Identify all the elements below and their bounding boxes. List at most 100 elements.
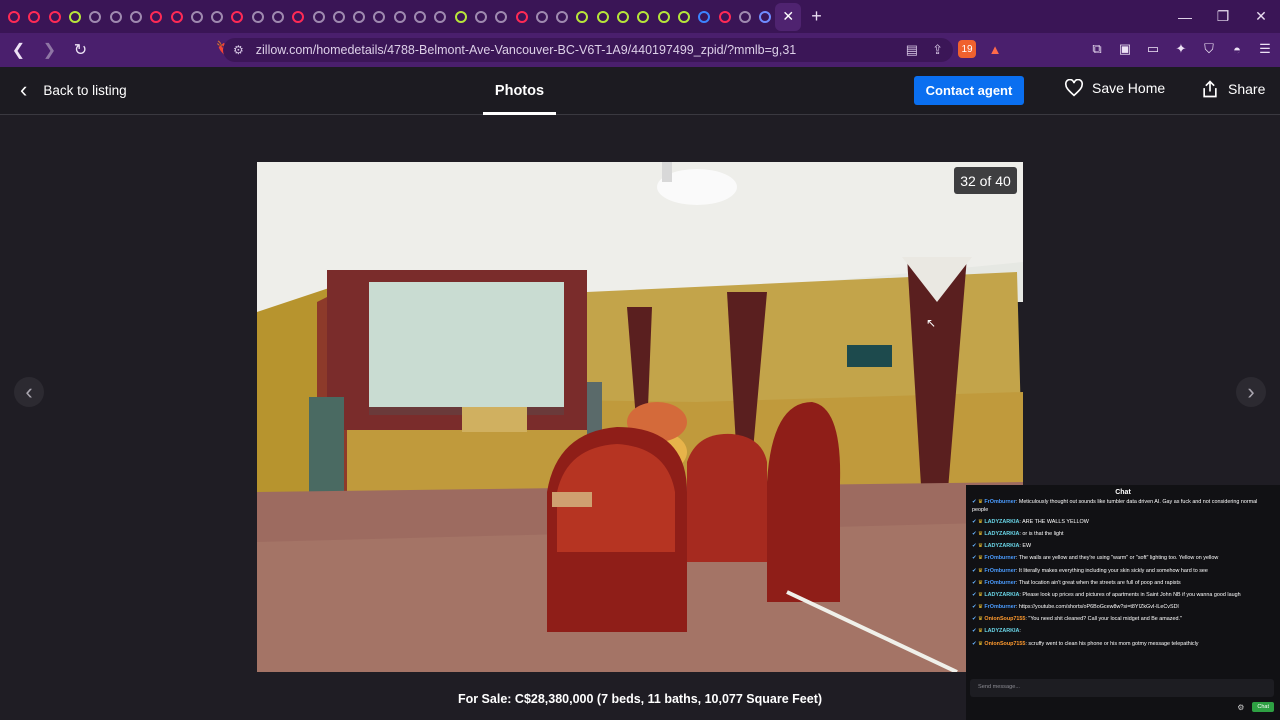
browser-tab[interactable] (552, 3, 572, 31)
browser-tab[interactable] (654, 3, 674, 31)
shield-area: 19 ▲ (958, 40, 1004, 58)
browser-tab[interactable] (45, 3, 65, 31)
browser-tab[interactable] (187, 3, 207, 31)
reader-mode-icon[interactable]: ▤ (906, 42, 918, 58)
browser-tab[interactable] (430, 3, 450, 31)
browser-tab[interactable] (126, 3, 146, 31)
active-tab[interactable]: ✕ (775, 2, 802, 31)
browser-tab[interactable] (694, 3, 714, 31)
back-label: Back to listing (43, 82, 127, 98)
browser-tab[interactable] (755, 3, 775, 31)
browser-tab[interactable] (471, 3, 491, 31)
brave-shields-icon[interactable]: 19 (958, 40, 976, 58)
browser-tab[interactable] (207, 3, 227, 31)
chat-username[interactable]: FrOmburner (984, 499, 1015, 505)
browser-tab[interactable] (146, 3, 166, 31)
chevron-right-icon: › (1247, 379, 1255, 404)
sidebar-icon[interactable]: ▣ (1116, 40, 1134, 58)
browser-tab[interactable] (349, 3, 369, 31)
chat-message: ✔ ♛ FrOmburner: That location ain't grea… (966, 580, 1280, 588)
new-tab-button[interactable]: + (811, 6, 822, 27)
chevron-left-icon: ‹ (20, 77, 28, 102)
chat-username[interactable]: LADYZARKIA (984, 519, 1019, 525)
previous-photo-button[interactable]: ‹ (14, 377, 44, 407)
chat-username[interactable]: FrOmburner (984, 555, 1015, 561)
save-home-button[interactable]: Save Home (1064, 79, 1165, 97)
tab-photos[interactable]: Photos (483, 67, 556, 115)
chat-username[interactable]: LADYZARKIA (984, 543, 1019, 549)
vpn-icon[interactable]: ⛉ (1200, 40, 1218, 58)
share-button[interactable]: Share (1200, 79, 1265, 99)
chat-username[interactable]: LADYZARKIA (984, 628, 1019, 634)
crown-icon: ♛ (978, 604, 983, 611)
browser-tab[interactable] (451, 3, 471, 31)
browser-tab[interactable] (674, 3, 694, 31)
browser-tab[interactable] (593, 3, 613, 31)
verified-badge-icon: ✔ (972, 543, 977, 550)
leo-ai-icon[interactable]: ✦ (1172, 40, 1190, 58)
screenshot-icon[interactable]: ⧉ (1088, 40, 1106, 58)
chat-username[interactable]: LADYZARKIA (984, 592, 1019, 598)
tab-favicon-icon (657, 10, 670, 23)
browser-tab[interactable] (166, 3, 186, 31)
chat-message: ✔ ♛ FrOmburner: https://youtube.com/shor… (966, 604, 1280, 612)
chat-username[interactable]: OnionSoup7155 (984, 616, 1025, 622)
next-photo-button[interactable]: › (1236, 377, 1266, 407)
minimize-icon[interactable]: — (1166, 0, 1204, 33)
tab-favicon-icon (515, 10, 528, 23)
browser-tab[interactable] (329, 3, 349, 31)
browser-tab[interactable] (65, 3, 85, 31)
browser-tab[interactable] (572, 3, 592, 31)
back-to-listing-link[interactable]: ‹ Back to listing (20, 77, 127, 102)
site-settings-icon[interactable]: ⚙ (233, 43, 244, 57)
chat-text: : (1019, 628, 1021, 635)
browser-tab[interactable] (24, 3, 44, 31)
contact-agent-button[interactable]: Contact agent (914, 76, 1024, 105)
photo-counter: 32 of 40 (954, 167, 1017, 194)
browser-tab[interactable] (268, 3, 288, 31)
browser-tab[interactable] (248, 3, 268, 31)
verified-badge-icon: ✔ (972, 567, 977, 574)
browser-tab[interactable] (410, 3, 430, 31)
close-tab-icon[interactable]: ✕ (782, 8, 794, 25)
chat-username[interactable]: OnionSoup7155 (984, 641, 1025, 647)
browser-tab[interactable] (85, 3, 105, 31)
browser-tab[interactable] (308, 3, 328, 31)
browser-tab[interactable] (288, 3, 308, 31)
chat-username[interactable]: LADYZARKIA (984, 531, 1019, 537)
verified-badge-icon: ✔ (972, 616, 977, 623)
restore-icon[interactable]: ❐ (1204, 0, 1242, 33)
chat-send-button[interactable]: Chat (1252, 702, 1274, 712)
brave-rewards-icon[interactable]: ▲ (986, 40, 1004, 58)
browser-tab[interactable] (4, 3, 24, 31)
browser-tab[interactable] (735, 3, 755, 31)
browser-tab[interactable] (390, 3, 410, 31)
browser-tab[interactable] (633, 3, 653, 31)
browser-tab[interactable] (491, 3, 511, 31)
chat-input[interactable]: Send message... (970, 679, 1274, 697)
menu-icon[interactable]: ☰ (1256, 40, 1274, 58)
chat-username[interactable]: FrOmburner (984, 580, 1015, 586)
back-arrow-icon[interactable]: ❮ (6, 40, 31, 60)
close-window-icon[interactable]: ✕ (1242, 0, 1280, 33)
forward-arrow-icon[interactable]: ❯ (37, 40, 62, 60)
chat-username[interactable]: FrOmburner (984, 568, 1015, 574)
browser-tab[interactable] (369, 3, 389, 31)
tab-favicon-icon (373, 10, 386, 23)
browser-tab[interactable] (532, 3, 552, 31)
chat-username[interactable]: FrOmburner (984, 604, 1015, 610)
browser-tab[interactable] (105, 3, 125, 31)
browser-tab[interactable] (227, 3, 247, 31)
browser-tab[interactable] (511, 3, 531, 31)
browser-tab[interactable] (714, 3, 734, 31)
crown-icon: ♛ (978, 591, 983, 598)
address-bar[interactable]: ⚙ zillow.com/homedetails/4788-Belmont-Av… (223, 38, 953, 62)
share-page-icon[interactable]: ⇪ (932, 42, 943, 58)
browser-tab[interactable] (613, 3, 633, 31)
verified-badge-icon: ✔ (972, 518, 977, 525)
tab-favicon-icon (454, 10, 467, 23)
wallet-icon[interactable]: ▭ (1144, 40, 1162, 58)
reload-icon[interactable]: ↻ (68, 40, 93, 60)
gear-icon[interactable]: ⚙ (1237, 703, 1244, 712)
extension-icon[interactable]: ◓ (1228, 40, 1246, 58)
